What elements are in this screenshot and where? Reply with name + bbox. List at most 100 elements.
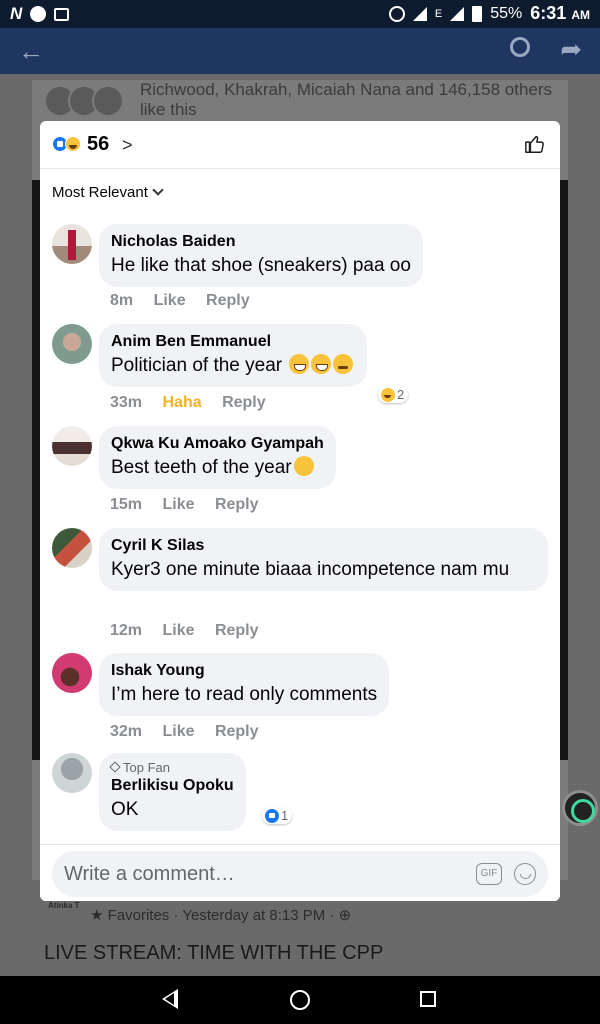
app-notification-icon: N	[10, 4, 23, 23]
like-reaction-icon	[265, 808, 279, 823]
comment-reactions-badge[interactable]: 2	[378, 386, 409, 403]
comment-input[interactable]	[64, 859, 464, 889]
search-icon[interactable]	[510, 37, 530, 57]
commenter-name[interactable]: Cyril K Silas	[111, 536, 536, 556]
comments-dialog: 56 > Most Relevant Nicholas Baiden He li…	[40, 121, 560, 901]
comment-time: 33m	[110, 394, 143, 411]
comment-bubble: Cyril K Silas Kyer3 one minute biaaa inc…	[99, 528, 548, 591]
avatar[interactable]	[52, 653, 92, 693]
comment-bubble: Ishak Young I’m here to read only commen…	[99, 653, 390, 716]
comment-reactions-badge[interactable]: 1	[262, 807, 293, 824]
back-arrow-icon[interactable]: ←	[18, 36, 44, 67]
comment-actions: 33m Haha Reply	[110, 394, 282, 412]
circle-notification-icon	[30, 6, 47, 22]
commenter-name[interactable]: Berlikisu Opoku	[111, 776, 234, 796]
comment-item: Top Fan Berlikisu Opoku OK 1	[52, 753, 552, 843]
commenter-name[interactable]: Qkwa Ku Amoako Gyampah	[111, 434, 324, 454]
reply-button[interactable]: Reply	[222, 394, 266, 411]
haha-reaction-icon	[381, 387, 395, 402]
chevron-right-icon[interactable]: >	[122, 135, 133, 156]
comment-reaction-count: 1	[281, 808, 289, 823]
avatar[interactable]	[52, 224, 92, 264]
eye-roll-face-icon	[293, 456, 314, 476]
floating-action-icon[interactable]	[562, 790, 598, 826]
comment-item: Ishak Young I’m here to read only commen…	[52, 653, 552, 743]
like-button[interactable]: Like	[162, 622, 194, 639]
sort-dropdown[interactable]: Most Relevant	[52, 184, 164, 201]
comment-text: I’m here to read only comments	[111, 684, 378, 705]
avatar[interactable]	[52, 753, 92, 793]
dnd-icon	[388, 5, 405, 22]
grinning-face-icon	[311, 354, 332, 374]
liker-avatar	[92, 85, 124, 117]
comment-time: 15m	[110, 496, 143, 513]
reply-button[interactable]: Reply	[215, 723, 259, 740]
comment-actions: 15m Like Reply	[110, 496, 275, 514]
reaction-icons	[52, 135, 86, 153]
comment-text-line: Best teeth of the year	[111, 456, 324, 480]
comment-reaction-count: 2	[397, 387, 405, 402]
haha-button[interactable]: Haha	[162, 394, 201, 411]
reply-button[interactable]: Reply	[215, 622, 259, 639]
chevron-down-icon	[152, 184, 164, 196]
comment-text: OK	[111, 799, 139, 820]
haha-reaction-icon	[65, 136, 81, 152]
reactions-header[interactable]: 56 >	[40, 121, 560, 169]
comment-composer: GIF	[40, 844, 560, 901]
network-type: E	[434, 7, 443, 20]
comment-item: Nicholas Baiden He like that shoe (sneak…	[52, 224, 552, 314]
comment-item: Cyril K Silas Kyer3 one minute biaaa inc…	[52, 528, 552, 643]
nav-home-icon[interactable]	[290, 990, 310, 1010]
avatar[interactable]	[52, 426, 92, 466]
comment-time: 32m	[110, 723, 143, 740]
reply-button[interactable]: Reply	[215, 496, 259, 513]
composer-box: GIF	[52, 851, 548, 897]
sort-label: Most Relevant	[52, 184, 148, 201]
post-title: LIVE STREAM: TIME WITH THE CPP	[44, 942, 384, 964]
gif-icon[interactable]: GIF	[476, 863, 502, 885]
app-header: ← ➦	[0, 28, 600, 74]
system-nav-bar	[0, 976, 600, 1024]
post-meta: ★ Favorites · Yesterday at 8:13 PM · ⊕	[90, 907, 352, 924]
comment-bubble: Top Fan Berlikisu Opoku OK	[99, 753, 246, 831]
avatar-figure	[68, 230, 76, 260]
rolling-laughing-icon	[333, 354, 354, 374]
top-fan-icon	[109, 761, 121, 773]
commenter-name[interactable]: Anim Ben Emmanuel	[111, 332, 353, 352]
likes-summary: Richwood, Khakrah, Micaiah Nana and 146,…	[140, 80, 553, 119]
reply-button[interactable]: Reply	[206, 292, 250, 309]
clock-time: 6:31	[530, 3, 567, 23]
clock-ampm: AM	[571, 8, 590, 22]
comment-time: 12m	[110, 622, 143, 639]
comment-bubble: Nicholas Baiden He like that shoe (sneak…	[99, 224, 423, 287]
comment-item: Anim Ben Emmanuel Politician of the year…	[52, 324, 552, 414]
avatar[interactable]	[52, 528, 92, 568]
top-fan-label: Top Fan	[123, 760, 170, 775]
comment-item: Qkwa Ku Amoako Gyampah Best teeth of the…	[52, 426, 552, 516]
commenter-name[interactable]: Nicholas Baiden	[111, 232, 411, 252]
top-fan-badge: Top Fan	[109, 760, 234, 776]
comment-actions: 8m Like Reply	[110, 292, 266, 310]
like-button[interactable]: Like	[162, 496, 194, 513]
comment-actions: 32m Like Reply	[110, 723, 275, 741]
signal-icon-2	[450, 6, 465, 21]
page-label: Atinka T	[48, 901, 80, 910]
comment-bubble: Qkwa Ku Amoako Gyampah Best teeth of the…	[99, 426, 336, 489]
emoji-icon[interactable]	[514, 863, 536, 885]
comment-actions: 12m Like Reply	[110, 622, 275, 640]
comment-text-line: Politician of the year	[111, 354, 354, 378]
avatar[interactable]	[52, 324, 92, 364]
nav-recents-icon[interactable]	[420, 991, 436, 1007]
nav-back-icon[interactable]	[162, 989, 178, 1009]
post-meta-text: Favorites · Yesterday at 8:13 PM ·	[107, 907, 335, 924]
like-button[interactable]: Like	[154, 292, 186, 309]
image-notification-icon	[54, 7, 70, 21]
share-icon[interactable]: ➦	[560, 34, 582, 65]
like-button[interactable]: Like	[162, 723, 194, 740]
comment-text: He like that shoe (sneakers) paa oo	[111, 255, 411, 276]
comment-time: 8m	[110, 292, 134, 309]
battery-percent: 55%	[490, 4, 523, 22]
commenter-name[interactable]: Ishak Young	[111, 661, 377, 681]
battery-icon	[472, 5, 483, 22]
thumbs-up-icon[interactable]	[524, 133, 546, 155]
